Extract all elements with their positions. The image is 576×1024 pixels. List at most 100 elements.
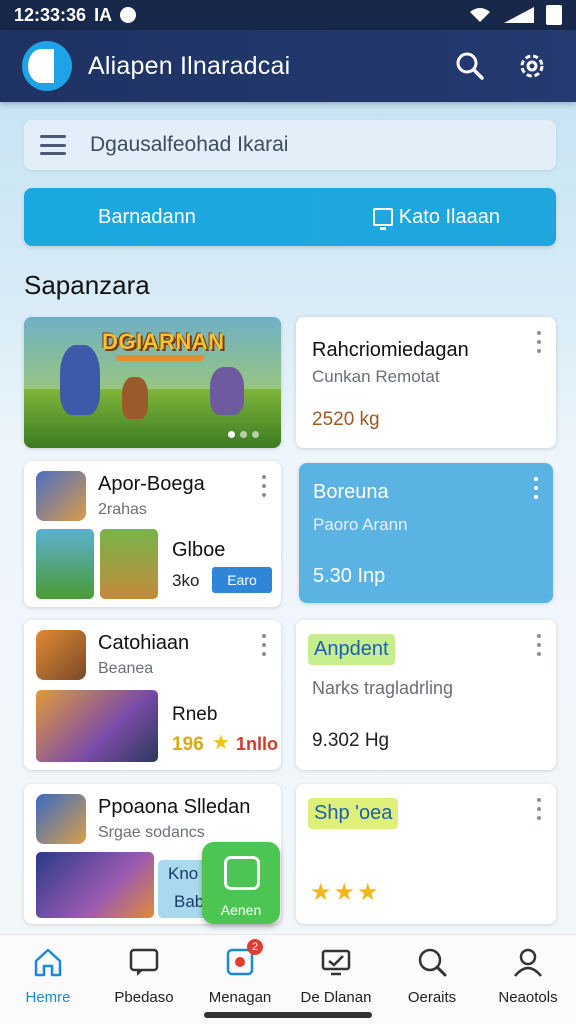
chat-icon <box>127 945 161 979</box>
search-bar[interactable]: Dgausalfeohad Ikarai <box>24 120 556 170</box>
nav-label: Neaotols <box>498 989 558 1006</box>
game-icon <box>224 856 260 890</box>
monitor-icon <box>319 945 353 979</box>
info-card[interactable]: Shp 'oea ★★★ <box>296 784 556 924</box>
nav-item-profile[interactable]: Neaotols <box>480 935 576 1024</box>
app-icon <box>36 794 86 844</box>
more-options-icon[interactable] <box>261 475 267 497</box>
rating-value: 196 <box>172 734 204 755</box>
app-title: Aliapen Ilnaradcai <box>88 51 291 80</box>
app-subtitle: Beanea <box>98 660 154 677</box>
app-subtitle: 2rahas <box>98 501 147 518</box>
notification-badge: 2 <box>247 939 263 955</box>
search-button[interactable] <box>448 44 492 88</box>
app-thumb-title: Glboe <box>172 539 226 561</box>
profile-icon <box>511 945 545 979</box>
screenshot-thumbnail[interactable] <box>36 852 154 918</box>
info-card-title: Rahcriomiedagan <box>312 339 469 361</box>
floating-action-button[interactable]: Aenen <box>202 842 280 924</box>
nav-item-chat[interactable]: Pbedaso <box>96 935 192 1024</box>
nav-label: De Dlanan <box>300 989 372 1006</box>
highlight-card-subtitle: Paoro Arann <box>313 515 408 534</box>
app-thumb-value: 3ko <box>172 571 200 590</box>
highlight-card-value: 5.30 Inp <box>313 565 386 587</box>
app-name: Ppoaona Slledan <box>98 796 251 818</box>
settings-button[interactable] <box>510 44 554 88</box>
app-thumb-title: Rneb <box>172 704 218 725</box>
nav-label: Pbedaso <box>114 989 174 1006</box>
install-button[interactable]: Earo <box>212 567 272 593</box>
signal-icon <box>504 7 534 23</box>
app-card[interactable]: Catohiaan Beanea Rneb 196 ★ 1nllo <box>24 620 281 770</box>
rating-suffix: 1nllo <box>236 734 279 754</box>
battery-icon <box>546 5 562 25</box>
home-indicator[interactable] <box>204 1012 372 1018</box>
gear-icon <box>520 54 544 78</box>
home-icon <box>31 945 65 979</box>
more-options-icon[interactable] <box>536 798 542 820</box>
info-card[interactable]: Rahcriomiedagan Cunkan Remotat 2520 kg <box>296 317 556 448</box>
status-time: 12:33:36 <box>14 4 87 25</box>
banner-left-label[interactable]: Barnadann <box>98 206 196 229</box>
screenshot-thumbnail[interactable] <box>36 529 94 599</box>
monitor-icon <box>372 208 393 230</box>
nav-item-search[interactable]: Oeraits <box>384 935 480 1024</box>
app-logo <box>22 41 72 91</box>
featured-game-card[interactable]: DGIARNAN <box>24 317 281 448</box>
screenshot-thumbnail[interactable] <box>100 529 158 599</box>
nav-item-home[interactable]: Hemre <box>0 935 96 1024</box>
nav-label: Hemre <box>25 989 71 1006</box>
info-card-tag: Anpdent <box>308 634 395 665</box>
banner-right-label: Kato Ilaaan <box>398 205 500 228</box>
info-card-subtitle: Cunkan Remotat <box>312 367 440 386</box>
hero-character <box>60 345 100 415</box>
notification-icon <box>120 7 137 23</box>
featured-game-title: DGIARNAN <box>102 329 225 354</box>
banner-right-action[interactable]: Kato Ilaaan <box>372 205 500 230</box>
nav-label: Menagan <box>208 989 272 1006</box>
more-options-icon[interactable] <box>261 634 267 656</box>
info-card-value: 2520 kg <box>312 409 380 430</box>
search-icon <box>415 945 449 979</box>
info-card-subtitle: Narks tragladrling <box>312 678 454 698</box>
install-button-label: Earo <box>227 572 257 588</box>
section-title: Sapanzara <box>24 270 150 300</box>
nav-label: Oeraits <box>407 989 457 1006</box>
app-card[interactable]: Apor-Boega 2rahas Glboe 3ko Earo <box>24 461 281 607</box>
status-bar: 12:33:36 IA <box>0 0 576 30</box>
carousel-indicator <box>228 431 259 438</box>
more-options-icon[interactable] <box>536 634 542 656</box>
hero-character-2 <box>122 377 148 419</box>
nav-item-manage[interactable]: 2 Menagan <box>192 935 288 1024</box>
search-icon <box>456 52 484 80</box>
info-card[interactable]: Anpdent Narks tragladrling 9.302 Hg <box>296 620 556 770</box>
app-bar: Aliapen Ilnaradcai <box>0 30 576 102</box>
app-name: Apor-Boega <box>98 473 205 495</box>
featured-game-subtitle-bar <box>116 355 204 361</box>
app-icon <box>36 471 86 521</box>
app-icon <box>36 630 86 680</box>
bottom-navigation: Hemre Pbedaso 2 Menagan De Dlanan Oerait… <box>0 934 576 1024</box>
highlight-card[interactable]: Boreuna Paoro Arann 5.30 Inp <box>299 463 553 603</box>
app-thumb-title: Kno <box>168 864 199 883</box>
rating-stars: ★★★ <box>310 879 381 906</box>
highlight-card-title: Boreuna <box>313 481 389 503</box>
menu-icon[interactable] <box>40 135 66 155</box>
screenshot-thumbnail[interactable] <box>36 690 158 762</box>
banner[interactable]: Barnadann Kato Ilaaan <box>24 188 556 246</box>
status-label: IA <box>94 4 113 25</box>
app-subtitle: Srgae sodancs <box>98 824 205 841</box>
info-card-value: 9.302 Hg <box>312 730 390 751</box>
app-thumb-subtitle: Bab <box>174 892 205 911</box>
search-input[interactable]: Dgausalfeohad Ikarai <box>90 133 288 157</box>
wifi-icon <box>470 8 490 22</box>
info-card-tag: Shp 'oea <box>308 798 399 829</box>
nav-item-monitor[interactable]: De Dlanan <box>288 935 384 1024</box>
app-name: Catohiaan <box>98 632 190 654</box>
more-options-icon[interactable] <box>536 331 542 353</box>
creature-character <box>210 367 244 415</box>
manage-icon: 2 <box>223 939 263 979</box>
more-options-icon[interactable] <box>533 477 539 499</box>
fab-label: Aenen <box>220 902 262 918</box>
star-icon: ★ <box>212 732 230 754</box>
